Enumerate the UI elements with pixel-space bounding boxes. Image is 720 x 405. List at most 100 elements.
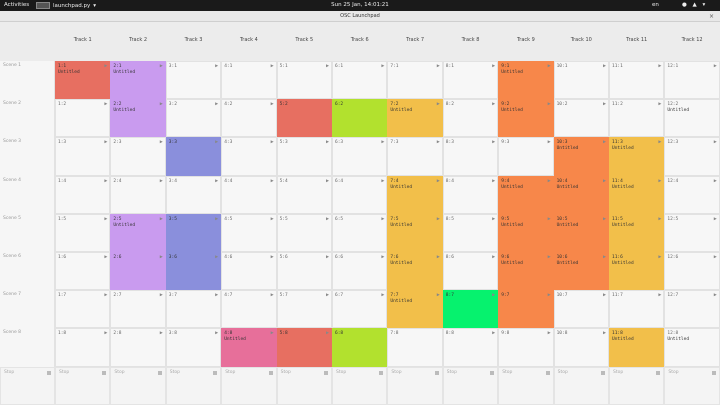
clip-slot[interactable]: 12:6 ▶ [664, 252, 720, 291]
track-stop-button[interactable]: Stop [332, 366, 388, 405]
clip-slot[interactable]: 7:6 Untitled ▶ [387, 252, 443, 291]
play-icon[interactable]: ▶ [215, 254, 218, 260]
clip-slot[interactable]: 9:1 Untitled ▶ [498, 61, 554, 100]
play-icon[interactable]: ▶ [492, 63, 495, 69]
scene-launch-button[interactable]: Scene 1 [0, 61, 55, 100]
play-icon[interactable]: ▶ [437, 178, 440, 184]
play-icon[interactable]: ▶ [492, 292, 495, 298]
clip-slot[interactable]: 6:8 [332, 328, 388, 367]
app-menu[interactable]: launchpad.py ▾ [36, 1, 96, 10]
play-icon[interactable]: ▶ [658, 101, 661, 107]
play-icon[interactable]: ▶ [714, 292, 717, 298]
clip-slot[interactable]: 8:6 ▶ [442, 252, 499, 291]
clip-slot[interactable]: 5:2 [276, 99, 332, 138]
clip-slot[interactable]: 3:8 ▶ [165, 328, 222, 367]
clip-slot[interactable]: 5:3 ▶ [276, 137, 332, 176]
clip-slot[interactable]: 4:6 ▶ [221, 252, 277, 291]
play-icon[interactable]: ▶ [603, 139, 606, 145]
play-icon[interactable]: ▶ [381, 139, 384, 145]
scene-launch-button[interactable]: Scene 4 [0, 175, 55, 214]
clip-slot[interactable]: 2:3 ▶ [110, 137, 166, 176]
scene-launch-button[interactable]: Scene 8 [0, 328, 55, 367]
clip-slot[interactable]: 11:7 ▶ [609, 290, 665, 329]
clip-slot[interactable]: 4:1 ▶ [221, 61, 277, 100]
clip-slot[interactable]: 7:2 Untitled ▶ [387, 99, 443, 138]
clip-slot[interactable]: 2:7 ▶ [110, 290, 166, 329]
play-icon[interactable]: ▶ [603, 63, 606, 69]
clip-slot[interactable]: 10:1 ▶ [553, 61, 609, 100]
play-icon[interactable]: ▶ [104, 254, 107, 260]
clip-slot[interactable]: 4:7 ▶ [221, 290, 277, 329]
clip-slot[interactable]: 4:3 ▶ [221, 137, 277, 176]
clip-slot[interactable]: 3:2 ▶ [165, 99, 222, 138]
clip-slot[interactable]: 3:7 ▶ [165, 290, 222, 329]
play-icon[interactable]: ▶ [548, 101, 551, 107]
play-icon[interactable]: ▶ [548, 254, 551, 260]
clip-slot[interactable]: 10:3 Untitled ▶ [553, 137, 609, 176]
play-icon[interactable]: ▶ [271, 330, 274, 336]
play-icon[interactable]: ▶ [326, 63, 329, 69]
clip-slot[interactable]: 12:5 ▶ [664, 213, 720, 252]
play-icon[interactable]: ▶ [215, 178, 218, 184]
play-icon[interactable]: ▶ [437, 139, 440, 145]
play-icon[interactable]: ▶ [548, 330, 551, 336]
track-stop-button[interactable]: Stop [276, 366, 332, 405]
play-icon[interactable]: ▶ [548, 139, 551, 145]
play-icon[interactable]: ▶ [215, 330, 218, 336]
clip-slot[interactable]: 2:4 ▶ [110, 175, 166, 214]
play-icon[interactable]: ▶ [492, 254, 495, 260]
play-icon[interactable]: ▶ [437, 101, 440, 107]
clip-slot[interactable]: 7:1 ▶ [387, 61, 443, 100]
play-icon[interactable]: ▶ [160, 254, 163, 260]
clip-slot[interactable]: 6:1 ▶ [332, 61, 388, 100]
play-icon[interactable]: ▶ [603, 254, 606, 260]
clip-slot[interactable]: 9:6 Untitled ▶ [498, 252, 554, 291]
clip-slot[interactable]: 5:7 ▶ [276, 290, 332, 329]
clip-slot[interactable]: 11:2 ▶ [609, 99, 665, 138]
clip-slot[interactable]: 8:2 ▶ [442, 99, 499, 138]
track-stop-button[interactable]: Stop [609, 366, 665, 405]
scene-launch-button[interactable]: Scene 6 [0, 252, 55, 291]
track-stop-button[interactable]: Stop [55, 366, 111, 405]
play-icon[interactable]: ▶ [271, 292, 274, 298]
clip-slot[interactable]: 4:2 ▶ [221, 99, 277, 138]
play-icon[interactable]: ▶ [381, 254, 384, 260]
play-icon[interactable]: ▶ [326, 139, 329, 145]
clip-slot[interactable]: 5:1 ▶ [276, 61, 332, 100]
play-icon[interactable]: ▶ [603, 178, 606, 184]
clip-slot[interactable]: 8:8 ▶ [442, 328, 499, 367]
clip-slot[interactable]: 12:4 ▶ [664, 175, 720, 214]
track-stop-button[interactable]: Stop [442, 366, 499, 405]
play-icon[interactable]: ▶ [437, 254, 440, 260]
play-icon[interactable]: ▶ [381, 63, 384, 69]
track-stop-button[interactable]: Stop [165, 366, 222, 405]
clip-slot[interactable]: 9:8 ▶ [498, 328, 554, 367]
play-icon[interactable]: ▶ [714, 139, 717, 145]
play-icon[interactable]: ▶ [215, 216, 218, 222]
play-icon[interactable]: ▶ [714, 63, 717, 69]
clip-slot[interactable]: 10:7 ▶ [553, 290, 609, 329]
play-icon[interactable]: ▶ [603, 216, 606, 222]
play-icon[interactable]: ▶ [603, 292, 606, 298]
play-icon[interactable]: ▶ [104, 216, 107, 222]
clip-slot[interactable]: 3:1 ▶ [165, 61, 222, 100]
clip-slot[interactable]: 8:5 ▶ [442, 213, 499, 252]
clip-slot[interactable]: 1:6 ▶ [55, 252, 111, 291]
clip-slot[interactable]: 10:5 Untitled ▶ [553, 213, 609, 252]
play-icon[interactable]: ▶ [658, 292, 661, 298]
play-icon[interactable]: ▶ [658, 63, 661, 69]
clip-slot[interactable]: 6:4 ▶ [332, 175, 388, 214]
scene-launch-button[interactable]: Scene 2 [0, 99, 55, 138]
track-stop-button[interactable]: Stop [498, 366, 554, 405]
clip-slot[interactable]: 5:5 ▶ [276, 213, 332, 252]
clip-slot[interactable]: 11:3 Untitled ▶ [609, 137, 665, 176]
clip-slot[interactable]: 9:4 Untitled ▶ [498, 175, 554, 214]
play-icon[interactable]: ▶ [271, 139, 274, 145]
clip-slot[interactable]: 8:3 ▶ [442, 137, 499, 176]
play-icon[interactable]: ▶ [658, 254, 661, 260]
play-icon[interactable]: ▶ [548, 292, 551, 298]
play-icon[interactable]: ▶ [160, 292, 163, 298]
clip-slot[interactable]: 4:4 ▶ [221, 175, 277, 214]
play-icon[interactable]: ▶ [160, 178, 163, 184]
clip-slot[interactable]: 7:4 Untitled ▶ [387, 175, 443, 214]
